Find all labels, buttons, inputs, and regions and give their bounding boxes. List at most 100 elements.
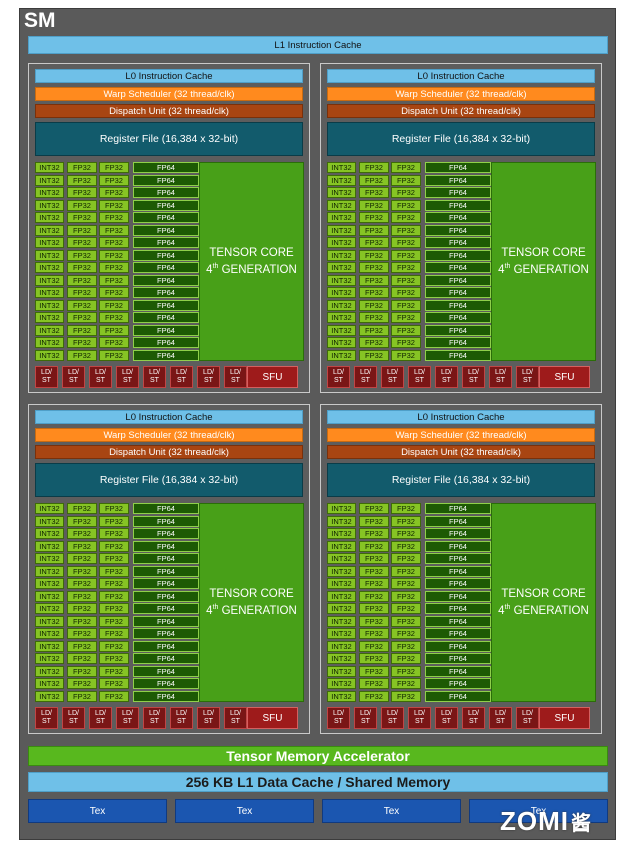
sm-title: SM	[24, 9, 56, 32]
fp32-core: FP32	[67, 274, 97, 286]
ld-st-top-label: LD/	[360, 710, 371, 717]
fp32-core: FP32	[67, 224, 97, 236]
fp32-core: FP32	[391, 162, 421, 173]
int32-core: INT32	[327, 653, 356, 664]
fp64-core: FP64	[133, 224, 199, 236]
fp32-core: FP32	[99, 199, 129, 211]
register-file: Register File (16,384 x 32-bit)	[327, 463, 595, 497]
fp32-core: FP32	[359, 324, 389, 336]
fp64-core: FP64	[425, 678, 491, 689]
ld-st-unit: LD/ST	[62, 707, 85, 729]
fp32-core: FP32	[67, 187, 97, 198]
tex-unit: Tex	[322, 799, 461, 823]
fp64-core: FP64	[133, 590, 199, 602]
ld-st-top-label: LD/	[149, 369, 160, 376]
fp64-core: FP64	[425, 540, 491, 552]
int32-core: INT32	[327, 540, 356, 552]
int32-core: INT32	[35, 615, 64, 627]
fp64-core: FP64	[425, 565, 491, 577]
ld-st-unit: LD/ST	[408, 366, 431, 388]
fp32-core: FP32	[359, 312, 389, 323]
ld-st-top-label: LD/	[68, 369, 79, 376]
int32-core: INT32	[35, 553, 64, 564]
fp64-core: FP64	[133, 553, 199, 564]
ld-st-unit: LD/ST	[327, 366, 350, 388]
fp32-core: FP32	[67, 337, 97, 348]
int32-core: INT32	[327, 174, 356, 186]
ld-st-unit: LD/ST	[224, 366, 247, 388]
ld-st-bottom-label: ST	[231, 377, 240, 384]
register-file: Register File (16,384 x 32-bit)	[327, 122, 595, 156]
int32-core: INT32	[327, 237, 356, 248]
fp32-core: FP32	[391, 690, 421, 702]
ld-st-top-label: LD/	[468, 369, 479, 376]
fp32-core: FP32	[359, 628, 389, 639]
processing-block: L0 Instruction Cache Warp Scheduler (32 t…	[28, 404, 310, 734]
dispatch-unit: Dispatch Unit (32 thread/clk)	[327, 104, 595, 118]
l0-instruction-cache: L0 Instruction Cache	[327, 410, 595, 424]
int32-core: INT32	[35, 199, 64, 211]
ld-st-top-label: LD/	[230, 710, 241, 717]
ld-st-unit: LD/ST	[197, 366, 220, 388]
fp64-core: FP64	[425, 174, 491, 186]
fp32-core: FP32	[67, 212, 97, 223]
tensor-core-title: TENSOR CORE	[209, 588, 294, 601]
tensor-core: TENSOR CORE 4th GENERATION	[199, 503, 304, 702]
fp32-core: FP32	[99, 603, 129, 614]
fp64-core: FP64	[133, 578, 199, 589]
fp64-core: FP64	[425, 312, 491, 323]
int32-core: INT32	[35, 312, 64, 323]
fp64-core: FP64	[133, 337, 199, 348]
ld-st-unit: LD/ST	[354, 707, 377, 729]
warp-scheduler: Warp Scheduler (32 thread/clk)	[327, 87, 595, 101]
ld-st-unit: LD/ST	[143, 366, 166, 388]
int32-core: INT32	[35, 503, 64, 514]
int32-core: INT32	[35, 274, 64, 286]
int32-core: INT32	[35, 665, 64, 677]
ld-st-top-label: LD/	[95, 710, 106, 717]
int32-core: INT32	[35, 287, 64, 298]
fp64-core: FP64	[133, 640, 199, 652]
ld-st-top-label: LD/	[230, 369, 241, 376]
int32-core: INT32	[35, 653, 64, 664]
tensor-core-generation: 4th GENERATION	[498, 260, 589, 277]
fp32-core: FP32	[67, 665, 97, 677]
fp32-core: FP32	[99, 628, 129, 639]
fp32-core: FP32	[99, 212, 129, 223]
ld-st-unit: LD/ST	[35, 707, 58, 729]
fp64-core: FP64	[425, 337, 491, 348]
fp32-core: FP32	[391, 349, 421, 361]
ld-st-bottom-label: ST	[496, 718, 505, 725]
ld-st-top-label: LD/	[176, 710, 187, 717]
fp32-core: FP32	[391, 199, 421, 211]
fp32-core: FP32	[67, 528, 97, 539]
ld-st-unit: LD/ST	[354, 366, 377, 388]
int32-core: INT32	[327, 187, 356, 198]
fp32-core: FP32	[391, 274, 421, 286]
ld-st-top-label: LD/	[333, 369, 344, 376]
fp64-core: FP64	[425, 553, 491, 564]
int32-core: INT32	[35, 349, 64, 361]
ld-st-bottom-label: ST	[42, 377, 51, 384]
fp32-core: FP32	[391, 224, 421, 236]
fp64-core: FP64	[425, 590, 491, 602]
ld-st-bottom-label: ST	[442, 377, 451, 384]
ld-st-top-label: LD/	[387, 369, 398, 376]
fp64-core: FP64	[425, 640, 491, 652]
int32-core: INT32	[327, 578, 356, 589]
ld-st-bottom-label: ST	[150, 377, 159, 384]
fp32-core: FP32	[391, 515, 421, 527]
int32-core: INT32	[35, 299, 64, 311]
fp32-core: FP32	[391, 615, 421, 627]
fp32-core: FP32	[391, 540, 421, 552]
fp32-core: FP32	[67, 174, 97, 186]
ld-st-top-label: LD/	[414, 710, 425, 717]
fp32-core: FP32	[99, 615, 129, 627]
tensor-core-gen-text: GENERATION	[510, 604, 589, 617]
ld-st-bottom-label: ST	[96, 377, 105, 384]
fp32-core: FP32	[67, 565, 97, 577]
fp32-core: FP32	[99, 337, 129, 348]
processing-block: L0 Instruction Cache Warp Scheduler (32 t…	[320, 63, 602, 393]
ld-st-top-label: LD/	[387, 710, 398, 717]
ld-st-top-label: LD/	[468, 710, 479, 717]
